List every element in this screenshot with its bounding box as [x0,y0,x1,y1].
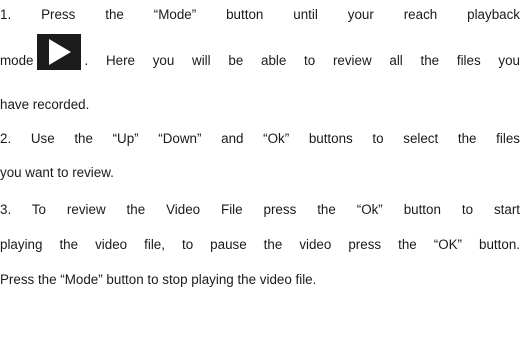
step-3-line-1: 3. To review the Video File press the “O… [0,202,520,217]
play-icon [36,34,81,70]
step-1-line-3: have recorded. [0,97,90,112]
step-1-mode-word: mode [0,53,34,68]
step-1-line-2: mode . Here you will be able to review a… [0,34,520,70]
step-3-line-3: Press the “Mode” button to stop playing … [0,272,317,287]
step-1-line-1: 1. Press the “Mode” button until your re… [0,7,520,22]
step-1-line-2-text: . Here you will be able to review all th… [84,53,521,68]
step-3-line-2: playing the video file, to pause the vid… [0,237,520,252]
step-2-line-1: 2. Use the “Up” “Down” and “Ok” buttons … [0,131,520,146]
step-2-line-2: you want to review. [0,165,114,180]
